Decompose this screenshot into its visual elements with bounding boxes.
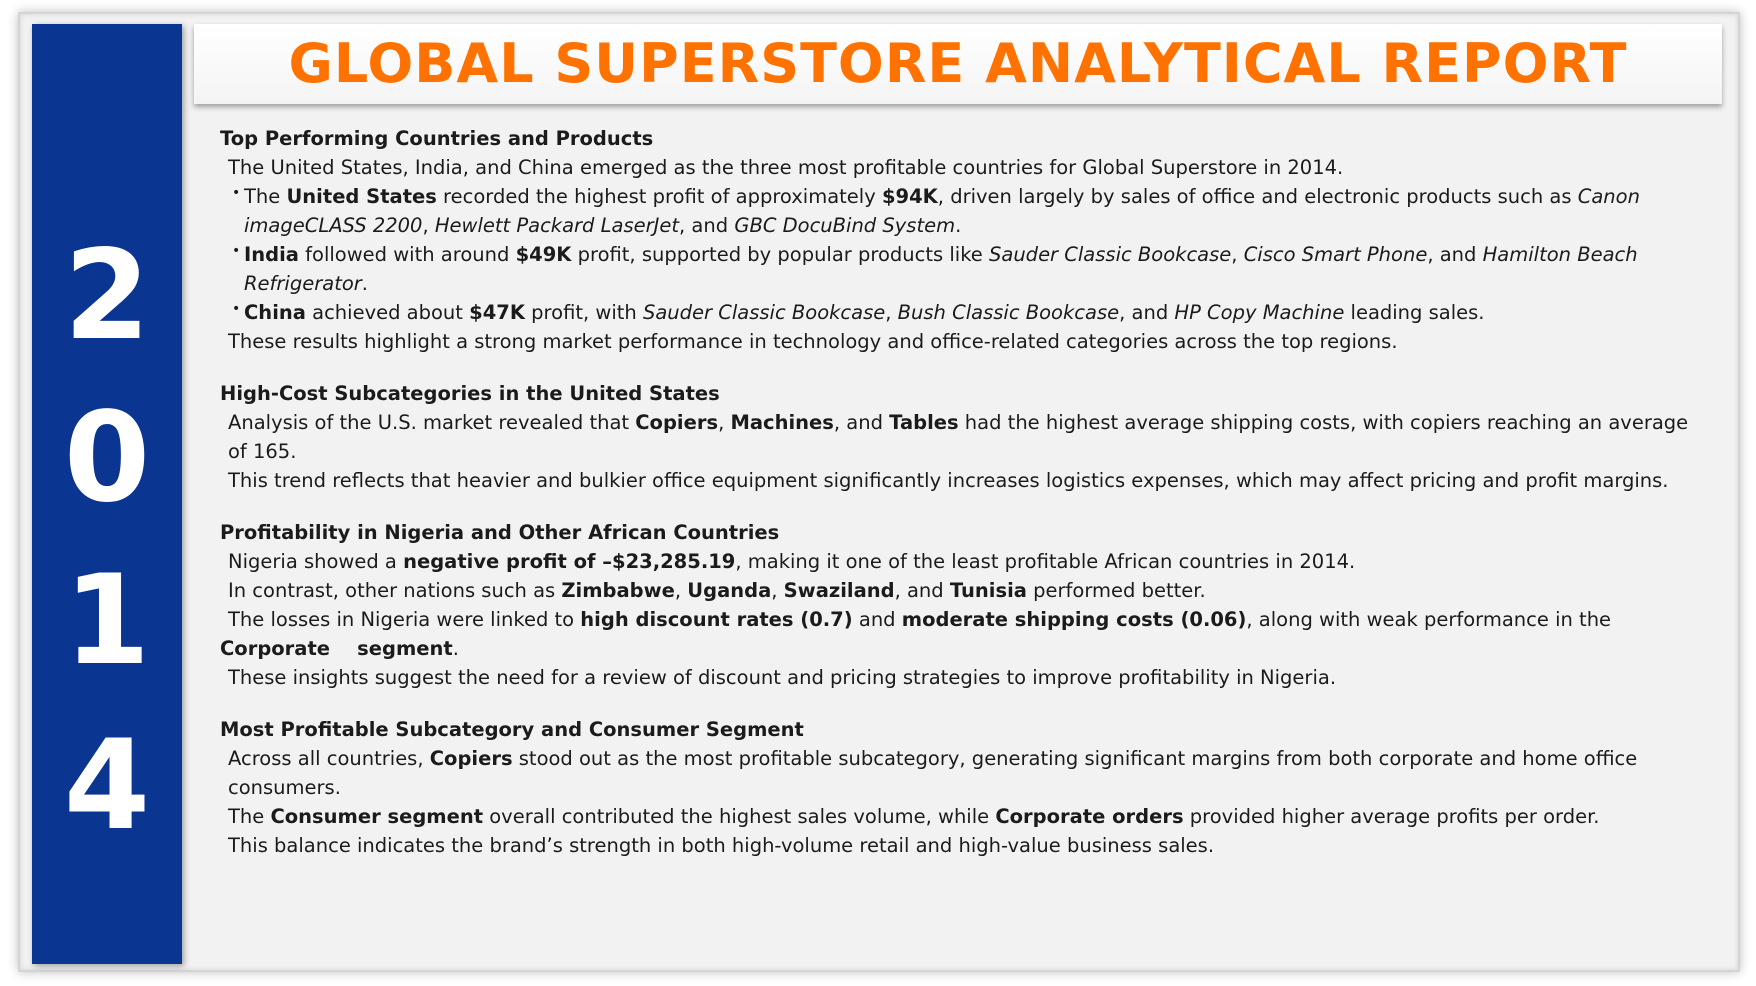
year-digit: 4 — [63, 714, 151, 858]
text: provided higher average profits per orde… — [1183, 805, 1600, 828]
report-content: Top Performing Countries and Products Th… — [220, 124, 1690, 883]
year-digit: 2 — [63, 224, 151, 368]
text: The losses in Nigeria were linked to — [228, 608, 581, 631]
text: , and — [1119, 301, 1175, 324]
bullet-icon: • — [232, 185, 241, 201]
paragraph: Analysis of the U.S. market revealed tha… — [220, 408, 1690, 466]
segment-name: Corporate orders — [995, 805, 1184, 828]
paragraph: Corporate segment. — [220, 634, 1690, 663]
text: and — [852, 608, 902, 631]
subcategory-name: Copiers — [429, 747, 513, 770]
section-consumer-segment: Most Profitable Subcategory and Consumer… — [220, 715, 1690, 860]
year-sidebar: 2 0 1 4 — [32, 24, 182, 964]
text: , and — [1427, 243, 1483, 266]
paragraph: This balance indicates the brand’s stren… — [228, 834, 1215, 857]
country-name: Uganda — [687, 579, 772, 602]
text: Analysis of the U.S. market revealed tha… — [228, 411, 636, 434]
text: , along with weak performance in the — [1246, 608, 1612, 631]
paragraph: Across all countries, Copiers stood out … — [220, 744, 1690, 802]
segment-name: Consumer segment — [270, 805, 484, 828]
product-name: Hewlett Packard LaserJet — [434, 214, 680, 237]
text: followed with around — [298, 243, 516, 266]
text: Across all countries, — [228, 747, 430, 770]
text: , and — [833, 411, 890, 434]
profit-value: $47K — [469, 301, 525, 324]
subcategory-name: Copiers — [635, 411, 719, 434]
text: , — [718, 411, 731, 434]
section-us-high-cost: High-Cost Subcategories in the United St… — [220, 379, 1690, 495]
paragraph: The United States, India, and China emer… — [228, 156, 1344, 179]
section-heading: Top Performing Countries and Products — [220, 127, 654, 150]
text: Nigeria showed a — [228, 550, 404, 573]
text: , — [422, 214, 435, 237]
text: , and — [679, 214, 735, 237]
text: . — [361, 272, 368, 295]
paragraph: Nigeria showed a negative profit of –$23… — [220, 547, 1690, 576]
country-name: Swaziland — [783, 579, 895, 602]
text: , — [885, 301, 898, 324]
text: . — [955, 214, 962, 237]
text: achieved about — [305, 301, 470, 324]
bullet-china: • China achieved about $47K profit, with … — [220, 298, 1690, 327]
profit-value: $49K — [515, 243, 572, 266]
text: , making it one of the least profitable … — [735, 550, 1356, 573]
section-heading: Most Profitable Subcategory and Consumer… — [220, 718, 804, 741]
section-nigeria: Profitability in Nigeria and Other Afric… — [220, 518, 1690, 692]
profit-value: $94K — [881, 185, 938, 208]
report-title: GLOBAL SUPERSTORE ANALYTICAL REPORT — [288, 32, 1628, 95]
bullet-india: • India followed with around $49K profit,… — [220, 240, 1690, 298]
paragraph: These results highlight a strong market … — [228, 330, 1398, 353]
paragraph: In contrast, other nations such as Zimba… — [220, 576, 1690, 605]
paragraph: This trend reflects that heavier and bul… — [228, 469, 1669, 492]
country-name: Zimbabwe — [561, 579, 675, 602]
report-header: GLOBAL SUPERSTORE ANALYTICAL REPORT — [194, 24, 1722, 104]
section-top-performers: Top Performing Countries and Products Th… — [220, 124, 1690, 356]
section-heading: High-Cost Subcategories in the United St… — [220, 382, 720, 405]
profit-value: negative profit of –$23,285.19 — [403, 550, 736, 573]
bullet-icon: • — [232, 301, 241, 317]
year-digit: 1 — [63, 549, 151, 693]
metric-value: moderate shipping costs (0.06) — [901, 608, 1247, 631]
text: profit, with — [524, 301, 643, 324]
bullet-icon: • — [232, 243, 241, 259]
text: , — [771, 579, 784, 602]
subcategory-name: Tables — [889, 411, 959, 434]
text: , driven largely by sales of office and … — [937, 185, 1578, 208]
bullet-united-states: • The United States recorded the highest … — [220, 182, 1690, 240]
text: In contrast, other nations such as — [228, 579, 562, 602]
text: , and — [894, 579, 950, 602]
year-digit: 0 — [63, 386, 151, 530]
text: performed better. — [1026, 579, 1206, 602]
paragraph: The Consumer segment overall contributed… — [220, 802, 1690, 831]
product-name: Sauder Classic Bookcase — [642, 301, 886, 324]
country-name: China — [244, 301, 306, 324]
text: , — [1231, 243, 1244, 266]
product-name: Bush Classic Bookcase — [897, 301, 1120, 324]
paragraph: The losses in Nigeria were linked to hig… — [220, 605, 1690, 634]
text: leading sales. — [1344, 301, 1485, 324]
text: overall contributed the highest sales vo… — [483, 805, 996, 828]
metric-value: high discount rates (0.7) — [580, 608, 853, 631]
subcategory-name: Machines — [730, 411, 834, 434]
text: . — [452, 637, 459, 660]
section-heading: Profitability in Nigeria and Other Afric… — [220, 521, 780, 544]
segment-name: Corporate segment — [220, 637, 453, 660]
product-name: GBC DocuBind System — [734, 214, 956, 237]
country-name: United States — [286, 185, 437, 208]
product-name: HP Copy Machine — [1174, 301, 1345, 324]
paragraph: These insights suggest the need for a re… — [228, 666, 1337, 689]
product-name: Cisco Smart Phone — [1243, 243, 1428, 266]
text: profit, supported by popular products li… — [571, 243, 989, 266]
country-name: India — [244, 243, 299, 266]
country-name: Tunisia — [949, 579, 1027, 602]
text: , — [674, 579, 688, 602]
product-name: Sauder Classic Bookcase — [989, 243, 1232, 266]
text: The — [244, 185, 287, 208]
text: recorded the highest profit of approxima… — [436, 185, 882, 208]
text: The — [228, 805, 271, 828]
